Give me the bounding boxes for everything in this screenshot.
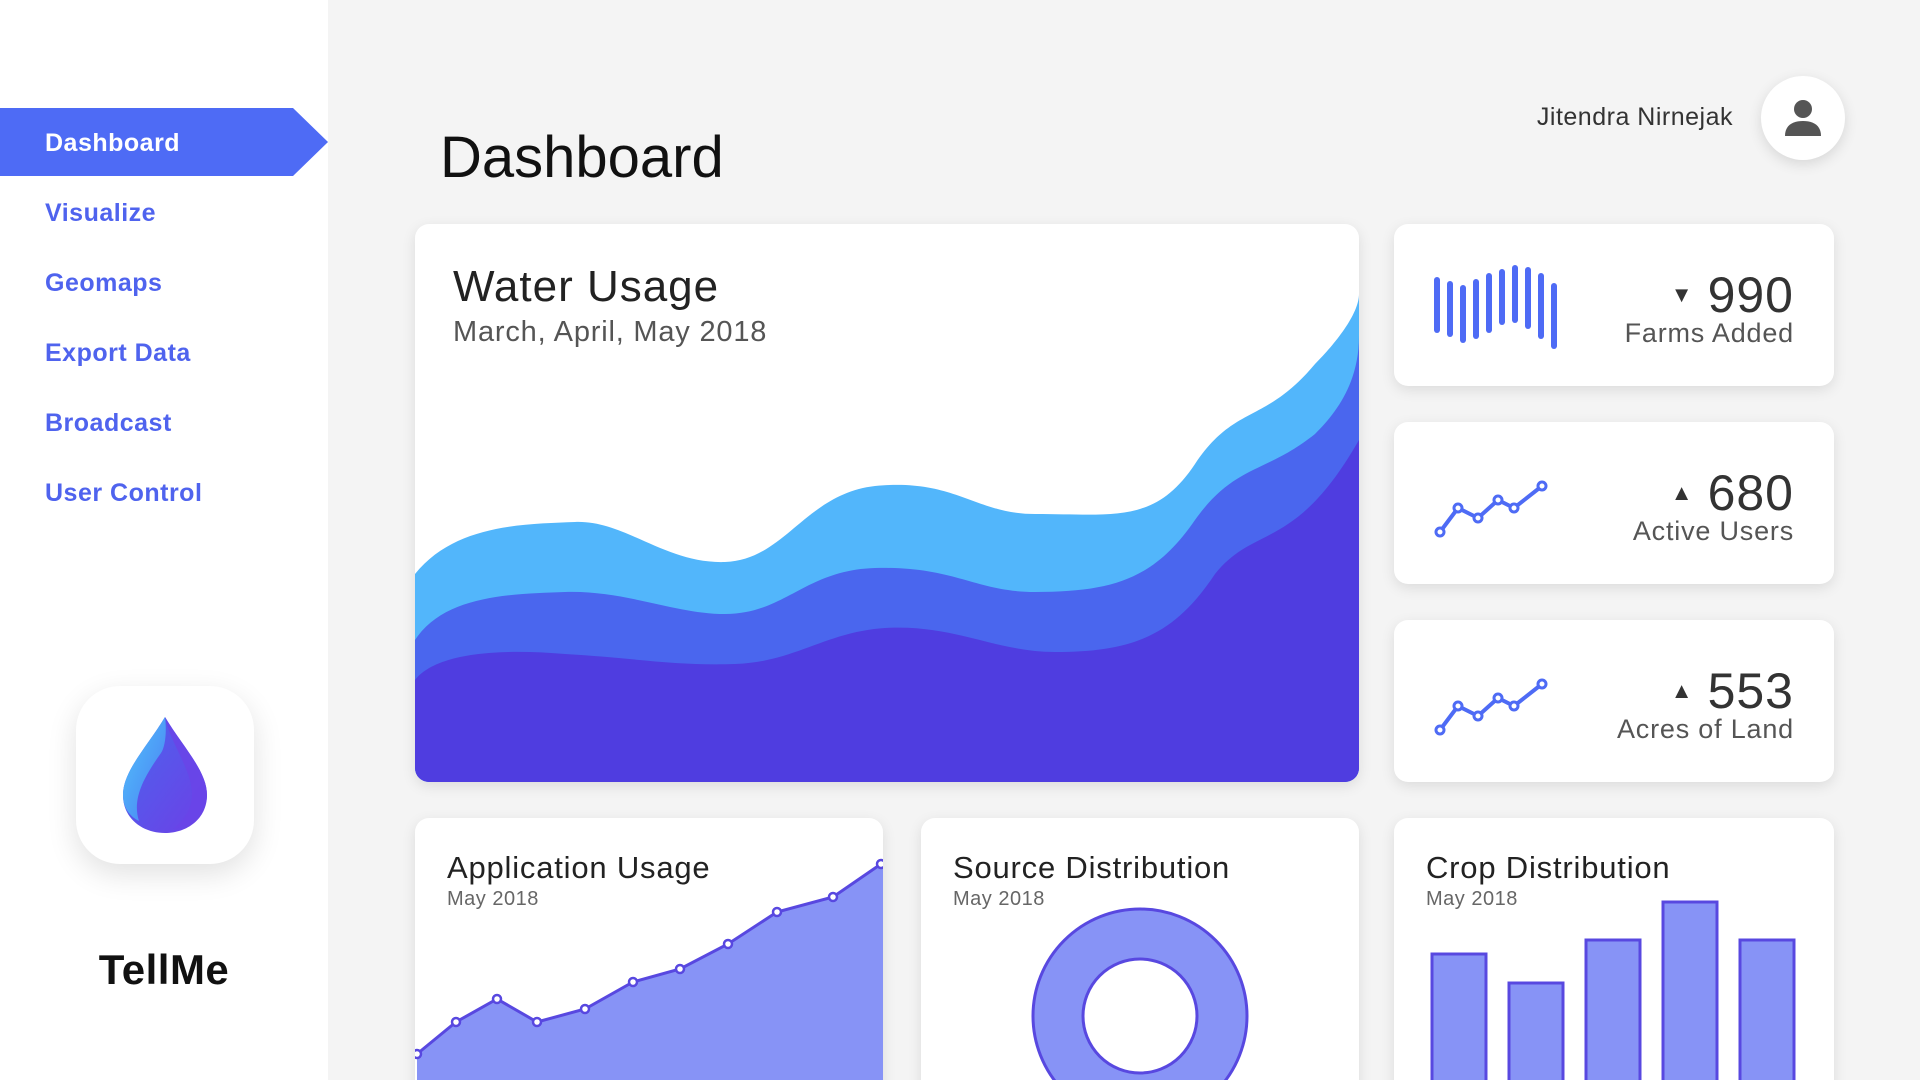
card-title: Crop Distribution bbox=[1426, 850, 1671, 885]
sidebar-nav: Dashboard Visualize Geomaps Export Data … bbox=[0, 108, 328, 528]
line-sparkline-icon bbox=[1434, 480, 1548, 538]
sidebar-item-label: Export Data bbox=[45, 338, 191, 367]
app-name: TellMe bbox=[98, 946, 230, 993]
trend-down-icon: ▼ bbox=[1670, 282, 1694, 307]
sidebar-item-export-data[interactable]: Export Data bbox=[0, 318, 328, 388]
data-point bbox=[531, 1016, 543, 1028]
data-point bbox=[450, 1016, 462, 1028]
sidebar-item-geomaps[interactable]: Geomaps bbox=[0, 248, 328, 318]
data-point bbox=[827, 891, 839, 903]
stat-value: ▲ 553 bbox=[1671, 662, 1794, 720]
sidebar-item-label: Geomaps bbox=[45, 268, 163, 297]
bar bbox=[1430, 952, 1488, 1080]
stat-number: 990 bbox=[1707, 267, 1794, 323]
bar bbox=[1584, 938, 1642, 1080]
data-point bbox=[771, 906, 783, 918]
data-point bbox=[579, 1003, 591, 1015]
stat-label: Active Users bbox=[1632, 516, 1794, 546]
user-icon bbox=[1785, 100, 1821, 136]
stat-value: ▲ 680 bbox=[1671, 464, 1794, 522]
line-sparkline-icon bbox=[1434, 678, 1548, 736]
data-point bbox=[415, 1048, 423, 1060]
bar bbox=[1738, 938, 1796, 1080]
card-subtitle: May 2018 bbox=[1426, 888, 1518, 910]
stat-card-farms: ▼ 990 Farms Added bbox=[1394, 224, 1834, 386]
data-point bbox=[722, 938, 734, 950]
data-point bbox=[674, 963, 686, 975]
data-point bbox=[875, 858, 883, 870]
stat-card-acres: ▲ 553 Acres of Land bbox=[1394, 620, 1834, 782]
sidebar-item-visualize[interactable]: Visualize bbox=[0, 178, 328, 248]
card-title: Application Usage bbox=[447, 850, 711, 885]
stat-number: 680 bbox=[1707, 465, 1794, 521]
stat-card-users: ▲ 680 Active Users bbox=[1394, 422, 1834, 584]
card-title: Water Usage bbox=[453, 262, 720, 311]
card-subtitle: May 2018 bbox=[953, 888, 1045, 910]
source-distribution-card: Source Distribution May 2018 bbox=[921, 818, 1359, 1080]
sidebar-item-dashboard[interactable]: Dashboard bbox=[0, 108, 328, 178]
stat-number: 553 bbox=[1707, 663, 1794, 719]
app-logo bbox=[76, 686, 254, 864]
stat-label: Acres of Land bbox=[1616, 714, 1794, 744]
bars-sparkline-icon bbox=[1434, 265, 1557, 349]
stat-value: ▼ 990 bbox=[1671, 266, 1794, 324]
card-title: Source Distribution bbox=[953, 850, 1231, 885]
sidebar-item-user-control[interactable]: User Control bbox=[0, 458, 328, 528]
sidebar-item-label: Broadcast bbox=[45, 408, 172, 437]
page-title: Dashboard bbox=[440, 125, 724, 190]
water-usage-card: Water Usage March, April, May 2018 bbox=[415, 224, 1359, 782]
stat-label: Farms Added bbox=[1624, 318, 1794, 348]
data-point bbox=[491, 993, 503, 1005]
sidebar-item-broadcast[interactable]: Broadcast bbox=[0, 388, 328, 458]
user-name[interactable]: Jitendra Nirnejak bbox=[1537, 103, 1733, 132]
card-subtitle: May 2018 bbox=[447, 888, 539, 910]
sidebar-item-label: Dashboard bbox=[45, 128, 181, 157]
card-subtitle: March, April, May 2018 bbox=[453, 316, 768, 348]
sidebar-item-label: Visualize bbox=[45, 198, 157, 227]
bar bbox=[1507, 981, 1565, 1080]
sidebar: Dashboard Visualize Geomaps Export Data … bbox=[0, 0, 328, 1080]
bar bbox=[1661, 900, 1719, 1080]
avatar[interactable] bbox=[1761, 76, 1845, 160]
trend-up-icon: ▲ bbox=[1670, 678, 1694, 703]
water-drop-icon bbox=[123, 717, 207, 833]
application-usage-card: Application Usage May 2018 bbox=[415, 818, 883, 1080]
crop-distribution-card: Crop Distribution May 2018 bbox=[1394, 818, 1834, 1080]
sidebar-item-label: User Control bbox=[45, 478, 203, 507]
trend-up-icon: ▲ bbox=[1670, 480, 1694, 505]
data-point bbox=[627, 976, 639, 988]
